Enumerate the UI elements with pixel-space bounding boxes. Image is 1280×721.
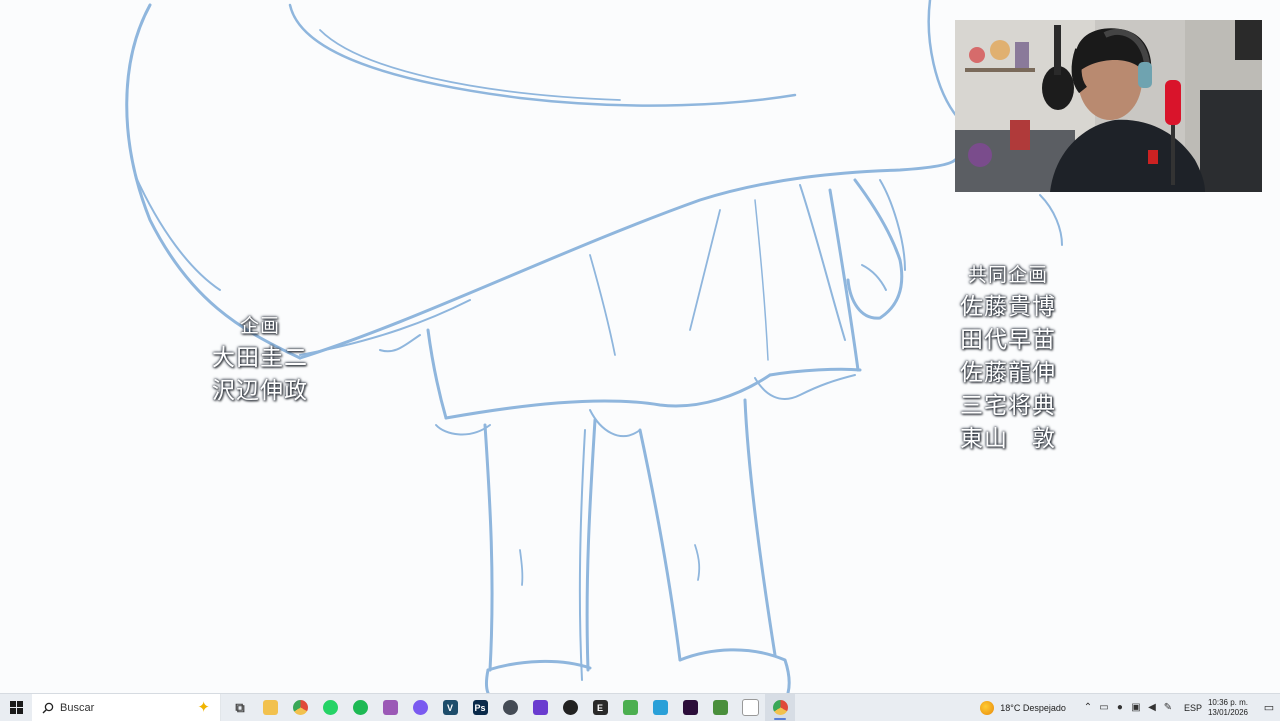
- taskbar-app-button[interactable]: [705, 694, 735, 721]
- pinned-apps: ⧉ V Ps E: [225, 694, 795, 721]
- taskbar-app-button[interactable]: [645, 694, 675, 721]
- volume-icon[interactable]: ◀: [1144, 702, 1160, 713]
- chrome-icon: [292, 700, 308, 715]
- credit-name: 東山 敦: [960, 426, 1056, 452]
- maps-icon: [652, 700, 668, 715]
- credit-name: 田代早苗: [960, 327, 1056, 353]
- taskbar-app-button[interactable]: [375, 694, 405, 721]
- search-placeholder: Buscar: [60, 701, 95, 714]
- taskbar-app-button[interactable]: Ps: [465, 694, 495, 721]
- taskbar-app-button[interactable]: [255, 694, 285, 721]
- taskbar-app-button[interactable]: [405, 694, 435, 721]
- chrome-profile-icon: [772, 700, 788, 715]
- credit-block-co-planning: 共同企画 佐藤貴博 田代早苗 佐藤龍伸 三宅将典 東山 敦: [946, 260, 1070, 456]
- clock-date: 13/01/2026: [1207, 707, 1248, 717]
- steam-icon: [502, 700, 518, 715]
- credit-block-planning: 企画 大田圭二 沢辺伸政: [204, 311, 316, 408]
- taskbar-app-button[interactable]: [765, 694, 795, 721]
- epic-games-icon: E: [592, 700, 608, 715]
- taskbar-app-button[interactable]: [735, 694, 765, 721]
- clock-time: 10:36 p. m.: [1207, 697, 1248, 707]
- spotify-icon: [352, 700, 368, 715]
- webcam-feed-image: [955, 20, 1262, 192]
- photoshop-icon: Ps: [472, 700, 488, 715]
- credit-heading: 企画: [239, 315, 280, 337]
- network-icon[interactable]: ▣: [1128, 702, 1144, 713]
- snipping-tool-icon: [382, 700, 398, 715]
- credit-name: 佐藤貴博: [960, 294, 1056, 320]
- windows-taskbar: Buscar ✦ ⧉ V Ps E 18°C Despejado ⌃ ▭ ● ▣ ◀ …: [0, 693, 1280, 721]
- taskbar-app-button[interactable]: E: [585, 694, 615, 721]
- language-indicator[interactable]: ESP: [1184, 703, 1202, 713]
- clock[interactable]: 10:36 p. m. 13/01/2026: [1208, 698, 1248, 718]
- search-icon: [42, 702, 54, 713]
- excel-icon: [712, 700, 728, 715]
- discord-icon: [412, 700, 428, 715]
- credit-name: 大田圭二: [212, 345, 308, 371]
- taskbar-app-button[interactable]: [675, 694, 705, 721]
- taskbar-app-button[interactable]: V: [435, 694, 465, 721]
- usb-icon[interactable]: ▭: [1096, 702, 1112, 713]
- taskbar-app-button[interactable]: [555, 694, 585, 721]
- whatsapp-icon: [322, 700, 338, 715]
- weather-widget[interactable]: 18°C Despejado: [980, 700, 1066, 715]
- taskbar-search-box[interactable]: Buscar ✦: [32, 694, 221, 721]
- system-tray: 18°C Despejado ⌃ ▭ ● ▣ ◀ ✎ ESP 10:36 p. …: [980, 694, 1280, 721]
- credit-name: 佐藤龍伸: [960, 360, 1056, 386]
- taskbar-app-button[interactable]: [285, 694, 315, 721]
- minecraft-icon: [622, 700, 638, 715]
- taskbar-app-button[interactable]: [495, 694, 525, 721]
- chevron-up-icon[interactable]: ⌃: [1080, 702, 1096, 713]
- start-button[interactable]: [0, 694, 32, 721]
- taskbar-app-button[interactable]: [525, 694, 555, 721]
- webcam-overlay: [955, 20, 1262, 192]
- weather-text: 18°C Despejado: [1000, 702, 1066, 713]
- task-view-icon: ⧉: [235, 699, 245, 715]
- taskbar-app-button[interactable]: [345, 694, 375, 721]
- windows-logo-icon: [9, 701, 23, 714]
- credit-name: 沢辺伸政: [212, 378, 308, 404]
- taskbar-app-button[interactable]: [315, 694, 345, 721]
- file-explorer-icon: [262, 700, 278, 715]
- taskbar-app-button[interactable]: [615, 694, 645, 721]
- weather-sun-icon: [980, 700, 995, 715]
- obs-icon: [562, 700, 578, 715]
- notepad-icon: [741, 699, 759, 716]
- premiere-icon: [682, 700, 698, 715]
- notification-icon[interactable]: ▭: [1258, 701, 1280, 714]
- credit-heading: 共同企画: [967, 264, 1048, 286]
- credit-name: 三宅将典: [960, 393, 1056, 419]
- video-frame: 企画 大田圭二 沢辺伸政 共同企画 佐藤貴博 田代早苗 佐藤龍伸 三宅将典 東山…: [0, 0, 1280, 693]
- pen-icon[interactable]: ✎: [1160, 702, 1176, 713]
- copilot-sparkle-icon: ✦: [197, 699, 210, 716]
- vegas-icon: V: [442, 700, 458, 715]
- taskbar-app-button[interactable]: ⧉: [225, 694, 255, 721]
- firefox-icon: [532, 700, 548, 715]
- microphone-icon[interactable]: ●: [1112, 702, 1128, 713]
